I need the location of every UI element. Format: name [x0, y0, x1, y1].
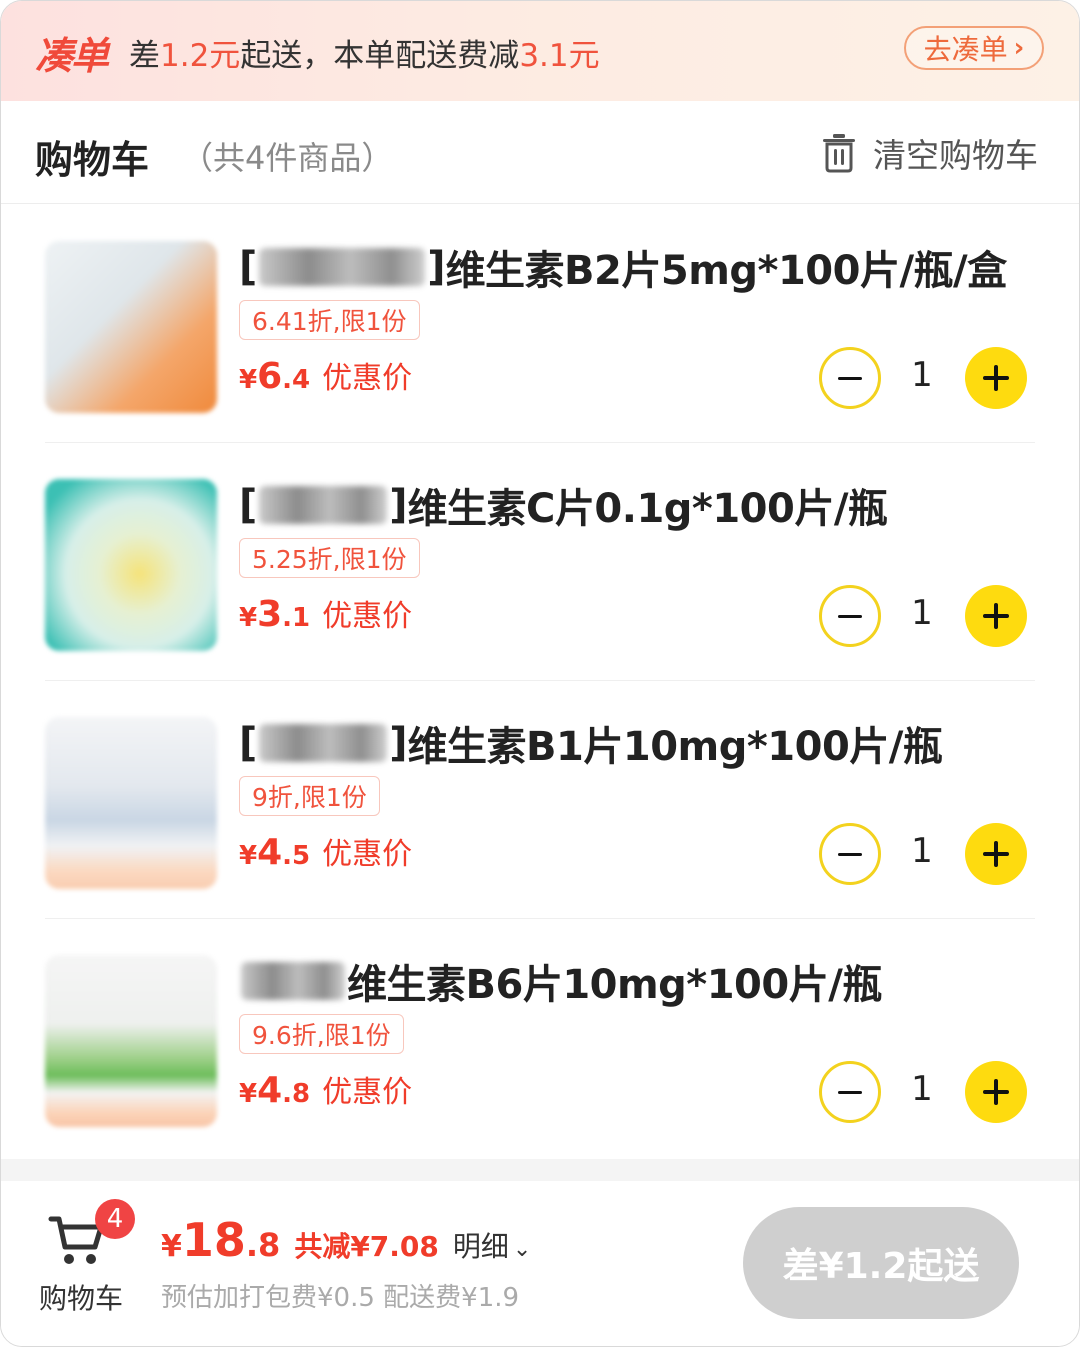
currency-symbol: ¥	[239, 1079, 258, 1109]
promo-text-prefix: 差	[129, 38, 160, 74]
quantity-value: 1	[911, 355, 933, 395]
promo-logo: 凑单	[35, 34, 109, 78]
cart-item: [ ] 维生素B2片5mg*100片/瓶/盒 6.41折,限1份 ¥6.4 优惠价…	[1, 205, 1079, 443]
promo-text-mid: 起送，本单配送费减	[240, 38, 520, 74]
cart-header: 购物车 （共4件商品） 清空购物车	[1, 101, 1079, 204]
discount-tag: 5.25折,限1份	[239, 538, 420, 578]
brand-redacted	[241, 962, 345, 1000]
cart-badge: 4	[95, 1199, 135, 1239]
product-price: ¥3.1 优惠价	[239, 591, 412, 635]
cart-panel: 凑单 差1.2元起送，本单配送费减3.1元 去凑单 › 购物车 （共4件商品） …	[0, 0, 1080, 1347]
price-label: 优惠价	[322, 837, 413, 872]
currency-symbol: ¥	[239, 603, 258, 633]
quantity-stepper: 1	[819, 1061, 1029, 1123]
price-integer: 6	[257, 356, 283, 397]
cart-item: [ ] 维生素C片0.1g*100片/瓶 5.25折,限1份 ¥3.1 优惠价 1	[1, 443, 1079, 681]
promo-message: 差1.2元起送，本单配送费减3.1元	[129, 30, 600, 75]
brand-redacted	[259, 724, 388, 762]
product-image[interactable]	[45, 241, 217, 413]
decrease-quantity-button[interactable]	[819, 347, 881, 409]
clear-cart-button[interactable]: 清空购物车	[821, 129, 1038, 177]
product-price: ¥6.4 优惠价	[239, 353, 412, 397]
chevron-right-icon: ›	[1013, 33, 1025, 63]
increase-quantity-button[interactable]	[965, 347, 1027, 409]
price-integer: 4	[257, 1070, 283, 1111]
brand-redacted	[259, 486, 388, 524]
decrease-quantity-button[interactable]	[819, 585, 881, 647]
price-decimal: .5	[282, 841, 311, 871]
brand-open-bracket: [	[239, 720, 258, 766]
currency-symbol: ¥	[239, 365, 258, 395]
product-title[interactable]: 维生素B6片10mg*100片/瓶	[239, 955, 882, 1008]
product-image[interactable]	[45, 479, 217, 651]
add-on-label: 去凑单	[923, 33, 1008, 66]
quantity-stepper: 1	[819, 585, 1029, 647]
price-label: 优惠价	[322, 1075, 413, 1110]
detail-link[interactable]: 明细	[453, 1225, 509, 1265]
brand-open-bracket: [	[239, 244, 258, 290]
cart-item: 维生素B6片10mg*100片/瓶 9.6折,限1份 ¥4.8 优惠价 1	[1, 919, 1079, 1157]
total-savings: 共减¥7.08	[294, 1230, 439, 1263]
product-image[interactable]	[45, 955, 217, 1127]
add-on-button[interactable]: 去凑单 ›	[904, 26, 1044, 70]
product-title[interactable]: [ ] 维生素C片0.1g*100片/瓶	[239, 479, 888, 532]
product-name: 维生素B6片10mg*100片/瓶	[347, 962, 882, 1008]
price-label: 优惠价	[322, 361, 413, 396]
checkout-bar: 4 购物车 ¥18.8 共减¥7.08 明细 ⌄ 预估加打包费¥0.5 配送费¥1…	[1, 1181, 1079, 1346]
product-name: 维生素B2片5mg*100片/瓶/盒	[445, 248, 1008, 294]
cart-button-label: 购物车	[39, 1282, 124, 1315]
discount-tag: 6.41折,限1份	[239, 300, 420, 340]
total-decimal: .8	[245, 1226, 281, 1264]
promo-banner: 凑单 差1.2元起送，本单配送费减3.1元 去凑单 ›	[1, 1, 1079, 101]
product-price: ¥4.8 优惠价	[239, 1067, 412, 1111]
discount-tag: 9.6折,限1份	[239, 1014, 404, 1054]
product-title[interactable]: [ ] 维生素B1片10mg*100片/瓶	[239, 717, 943, 770]
discount-tag: 9折,限1份	[239, 776, 380, 816]
brand-open-bracket: [	[239, 482, 258, 528]
price-decimal: .8	[282, 1079, 311, 1109]
quantity-value: 1	[911, 831, 933, 871]
price-decimal: .4	[282, 365, 311, 395]
total-integer: 18	[181, 1213, 246, 1267]
clear-cart-label: 清空购物车	[873, 136, 1038, 175]
section-separator	[1, 1159, 1079, 1181]
brand-close-bracket: ]	[427, 244, 446, 290]
trash-icon	[823, 134, 855, 173]
price-label: 优惠价	[322, 599, 413, 634]
price-decimal: .1	[282, 603, 311, 633]
brand-close-bracket: ]	[389, 720, 408, 766]
product-title[interactable]: [ ] 维生素B2片5mg*100片/瓶/盒	[239, 241, 1008, 294]
product-price: ¥4.5 优惠价	[239, 829, 412, 873]
quantity-stepper: 1	[819, 347, 1029, 409]
product-name: 维生素C片0.1g*100片/瓶	[407, 486, 888, 532]
cart-title: 购物车	[35, 138, 150, 182]
cart-item: [ ] 维生素B1片10mg*100片/瓶 9折,限1份 ¥4.5 优惠价 1	[1, 681, 1079, 919]
increase-quantity-button[interactable]	[965, 1061, 1027, 1123]
fee-estimate: 预估加打包费¥0.5 配送费¥1.9	[161, 1283, 520, 1313]
product-name: 维生素B1片10mg*100片/瓶	[407, 724, 943, 770]
brand-close-bracket: ]	[389, 482, 408, 528]
total-currency: ¥	[161, 1229, 182, 1264]
promo-short-amount: 1.2元	[160, 38, 241, 74]
increase-quantity-button[interactable]	[965, 823, 1027, 885]
decrease-quantity-button[interactable]	[819, 823, 881, 885]
product-image[interactable]	[45, 717, 217, 889]
checkout-button[interactable]: 差¥1.2起送	[743, 1207, 1019, 1319]
currency-symbol: ¥	[239, 841, 258, 871]
increase-quantity-button[interactable]	[965, 585, 1027, 647]
promo-fee-discount: 3.1元	[519, 38, 600, 74]
total-summary: ¥18.8 共减¥7.08 明细 ⌄	[161, 1213, 531, 1267]
quantity-value: 1	[911, 1069, 933, 1109]
price-integer: 4	[257, 832, 283, 873]
quantity-stepper: 1	[819, 823, 1029, 885]
brand-redacted	[259, 248, 426, 286]
quantity-value: 1	[911, 593, 933, 633]
price-integer: 3	[257, 594, 283, 635]
chevron-down-icon[interactable]: ⌄	[513, 1237, 531, 1262]
cart-item-count: （共4件商品）	[181, 139, 394, 177]
decrease-quantity-button[interactable]	[819, 1061, 881, 1123]
